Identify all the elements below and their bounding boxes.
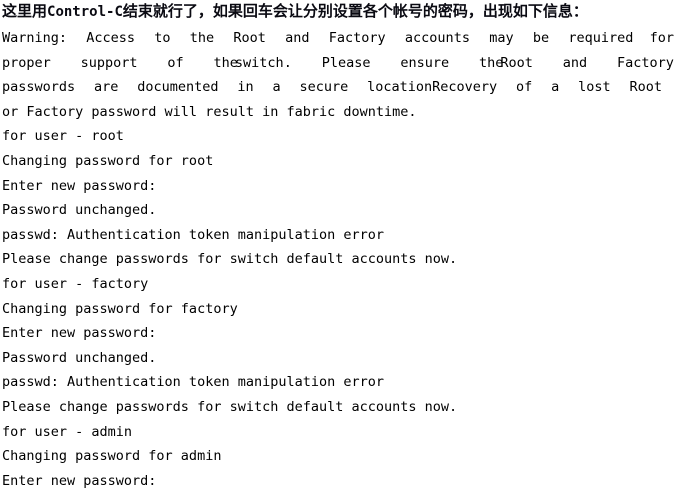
- word: a: [272, 79, 281, 96]
- word-overlap: switch.: [234, 54, 292, 71]
- console-line: Password unchanged.: [2, 349, 157, 366]
- word: Root: [233, 30, 266, 46]
- word: to: [154, 30, 171, 46]
- word-group: theswitch.: [214, 51, 292, 76]
- word: Please: [321, 54, 371, 71]
- word: and: [285, 30, 310, 46]
- console-line: Changing password for root: [2, 152, 214, 169]
- word: accounts: [404, 30, 470, 46]
- word: ensure: [400, 54, 450, 71]
- console-line: Enter new password:: [2, 325, 157, 342]
- console-line: Enter new password:: [2, 177, 157, 194]
- word: documented: [137, 79, 219, 96]
- word: may: [489, 30, 514, 46]
- annotation-heading: 这里用Control-C结束就行了，如果回车会让分别设置各个帐号的密码，出现如下…: [2, 1, 682, 22]
- console-line: passwd: Authentication token manipulatio…: [2, 374, 385, 391]
- word: passwords: [2, 79, 76, 96]
- console-line: for user - root: [2, 128, 124, 145]
- word: Factory: [328, 30, 386, 46]
- console-line: Please change passwords for switch defau…: [2, 398, 458, 415]
- console-line: Password unchanged.: [2, 202, 157, 219]
- word: Warning:: [2, 30, 68, 46]
- annotation-suffix: 结束就行了，如果回车会让分别设置各个帐号的密码，出现如下信息：: [122, 2, 588, 20]
- word: are: [94, 79, 119, 96]
- console-line: passwd: Authentication token manipulatio…: [2, 226, 385, 243]
- console-line: for user - factory: [2, 275, 149, 292]
- word: Recovery: [432, 79, 498, 96]
- console-line: Changing password for admin: [2, 448, 222, 465]
- word: of: [515, 79, 533, 96]
- console-line: Changing password for factory: [2, 300, 238, 317]
- word-overlap: for: [649, 30, 674, 46]
- console-line-warning-3: passwords are documented in a secure loc…: [2, 75, 662, 100]
- word: lost: [578, 79, 611, 96]
- word: and: [562, 54, 588, 71]
- word: support: [80, 54, 138, 71]
- annotation-prefix: 这里用: [2, 2, 48, 20]
- console-line-warning-1: Warning: Access to the Root and Factory …: [2, 26, 674, 51]
- word: be: [532, 30, 550, 46]
- word: Access: [86, 30, 136, 46]
- console-output: Warning: Access to the Root and Factory …: [2, 26, 684, 493]
- word: of: [167, 54, 184, 71]
- word: proper: [2, 54, 51, 71]
- word-overlap: Root: [500, 54, 533, 71]
- console-line: for user - admin: [2, 423, 133, 440]
- word: required: [568, 30, 634, 46]
- word-group: theRoot: [479, 51, 533, 76]
- terminal-screenshot: 这里用Control-C结束就行了，如果回车会让分别设置各个帐号的密码，出现如下…: [0, 0, 684, 503]
- annotation-command-controlc: Control-C: [47, 4, 123, 20]
- word: location: [367, 79, 433, 96]
- word: Root: [629, 79, 662, 96]
- console-line-warning-2: proper support of theswitch. Please ensu…: [2, 51, 674, 76]
- console-line: Enter new password:: [2, 472, 157, 489]
- console-line: Please change passwords for switch defau…: [2, 251, 458, 268]
- console-line-warning-4: or Factory password will result in fabri…: [2, 103, 417, 120]
- word: the: [189, 30, 215, 46]
- word: Factory: [616, 54, 674, 71]
- word: secure: [299, 79, 349, 96]
- word: a: [551, 79, 560, 96]
- word: in: [237, 79, 254, 96]
- word-group: locationRecovery: [367, 75, 497, 100]
